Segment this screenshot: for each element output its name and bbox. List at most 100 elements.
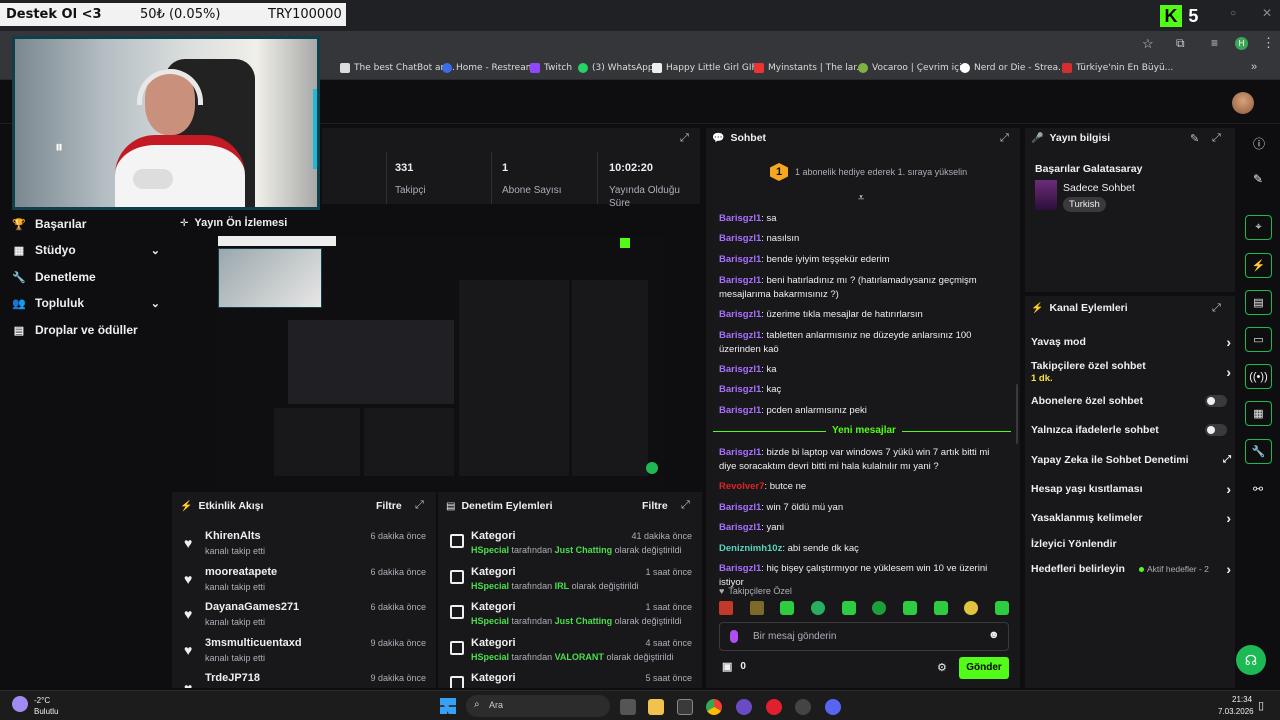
emoji-icon[interactable]: ☻ [988, 629, 1000, 641]
file-explorer-icon[interactable] [648, 699, 664, 715]
close-window-icon[interactable]: ✕ [1262, 6, 1272, 20]
user-avatar[interactable] [1232, 92, 1254, 114]
bookmark-item[interactable]: The best ChatBot an... [340, 61, 455, 75]
chat-username[interactable]: Barisgzl1 [719, 254, 761, 265]
chat-username[interactable]: Deniznimh10z [719, 543, 782, 554]
profile-avatar[interactable]: H [1235, 37, 1248, 50]
chat-username[interactable]: Barisgzl1 [719, 213, 761, 224]
bookmarks-overflow-icon[interactable]: » [1251, 61, 1257, 73]
chat-username[interactable]: Barisgzl1 [719, 364, 761, 375]
emote-icon[interactable] [841, 601, 856, 615]
action-raid[interactable]: İzleyici Yönlendir [1031, 538, 1231, 550]
extensions-icon[interactable]: ⧉ [1176, 36, 1185, 51]
action-emote-only[interactable]: Yalnızca ifadelerle sohbet [1031, 424, 1231, 436]
pencil-icon[interactable]: ✎ [1253, 172, 1263, 186]
popout-icon[interactable]: ⤢ [681, 499, 690, 512]
chat-username[interactable]: Barisgzl1 [719, 233, 761, 244]
chat-username[interactable]: Barisgzl1 [719, 502, 761, 513]
chrome-icon[interactable] [706, 699, 722, 715]
action-goals[interactable]: Hedefleri belirleyin Aktif hedefler - 2 › [1031, 562, 1231, 576]
chat-username[interactable]: Barisgzl1 [719, 405, 761, 416]
send-button[interactable]: Gönder [959, 657, 1009, 679]
nav-item-drops[interactable]: ▤ Droplar ve ödüller [12, 320, 160, 340]
chat-username[interactable]: Barisgzl1 [719, 330, 761, 341]
browser-menu-icon[interactable]: ⋮ [1262, 35, 1275, 51]
emote-icon[interactable] [872, 601, 887, 615]
bookmark-star-icon[interactable]: ☆ [1142, 36, 1154, 52]
activity-filter-button[interactable]: Filtre [376, 500, 402, 512]
media-icon[interactable]: ≡ [1211, 36, 1218, 50]
quick-action-button[interactable]: ⚡ [1245, 253, 1272, 278]
chat-username[interactable]: Barisgzl1 [719, 275, 761, 286]
discord-icon[interactable] [825, 699, 841, 715]
layout-button[interactable]: ▦ [1245, 401, 1272, 426]
action-account-age[interactable]: Hesap yaşı kısıtlaması › [1031, 482, 1231, 496]
subs-only-toggle[interactable] [1205, 395, 1227, 407]
chat-scrollbar[interactable] [1016, 384, 1018, 444]
moderation-actor[interactable]: HSpecial [471, 616, 509, 626]
activity-user[interactable]: mooreatapete [205, 566, 277, 578]
emote-icon[interactable] [994, 601, 1009, 615]
chat-button[interactable]: ▭ [1245, 327, 1272, 352]
minimize-icon[interactable]: ○ [1230, 8, 1236, 19]
taskbar-search[interactable]: ⌕ Ara [466, 695, 610, 717]
bookmark-item[interactable]: (3) WhatsApp [578, 61, 654, 75]
weather-icon[interactable] [12, 696, 28, 712]
chat-username[interactable]: Barisgzl1 [719, 384, 761, 395]
action-banned-words[interactable]: Yasaklanmış kelimeler › [1031, 511, 1231, 525]
bookmark-item[interactable]: Twitch [530, 61, 572, 75]
store-icon[interactable] [677, 699, 693, 715]
clip-button[interactable]: ⌖ [1245, 215, 1272, 240]
bookmark-item[interactable]: Vocaroo | Çevrim içi... [858, 61, 970, 75]
nav-item-studio[interactable]: ▦ Stüdyo ⌄ [12, 240, 160, 260]
support-button[interactable]: ☊ [1236, 645, 1266, 675]
chat-username[interactable]: Barisgzl1 [719, 522, 761, 533]
nav-item-achievements[interactable]: 🏆 Başarılar [12, 214, 160, 234]
chat-input-box[interactable]: Bir mesaj gönderin ☻ [719, 622, 1009, 651]
moderation-filter-button[interactable]: Filtre [642, 500, 668, 512]
category-name[interactable]: Sadece Sohbet [1063, 182, 1135, 194]
moderation-actor[interactable]: HSpecial [471, 545, 509, 555]
activity-user[interactable]: 3msmulticuentaxd [205, 637, 302, 649]
chat-settings-icon[interactable]: ⚙ [937, 661, 947, 674]
opera-icon[interactable] [766, 699, 782, 715]
broadcast-button[interactable]: ((•)) [1245, 364, 1272, 389]
tools-button[interactable]: 🔧 [1245, 439, 1272, 464]
emote-icon[interactable] [964, 601, 979, 615]
popout-icon[interactable]: ⤢ [1212, 302, 1221, 315]
emote-icon[interactable] [780, 601, 795, 615]
action-ai-moderation[interactable]: Yapay Zeka ile Sohbet Denetimi ⤢ [1031, 454, 1231, 466]
brand-logo[interactable]: K 5 [1160, 5, 1206, 29]
emote-icon[interactable] [749, 601, 764, 615]
microphone-icon[interactable] [730, 630, 738, 643]
chat-username[interactable]: Barisgzl1 [719, 447, 761, 458]
emote-icon[interactable] [810, 601, 825, 615]
bookmark-item[interactable]: Happy Little Girl GIF... [652, 61, 764, 75]
collapse-pinned-icon[interactable]: ⩡ [858, 192, 864, 205]
app-icon[interactable] [736, 699, 752, 715]
moderation-actor[interactable]: HSpecial [471, 652, 509, 662]
nav-item-moderation[interactable]: 🔧 Denetleme [12, 267, 160, 287]
moderation-actor[interactable]: HSpecial [471, 581, 509, 591]
obs-icon[interactable] [795, 699, 811, 715]
popout-icon[interactable]: ⤢ [680, 132, 689, 145]
info-icon[interactable]: ⓘ [1253, 135, 1265, 152]
nav-item-community[interactable]: 👥 Topluluk ⌄ [12, 293, 160, 313]
bookmark-item[interactable]: Nerd or Die - Strea... [960, 61, 1067, 75]
channel-points[interactable]: ▣ 0 [722, 660, 746, 673]
task-view-icon[interactable] [620, 699, 636, 715]
emote-icon[interactable] [719, 601, 733, 615]
emote-only-toggle[interactable] [1205, 424, 1227, 436]
stream-preview-video[interactable] [214, 236, 664, 489]
action-subs-only[interactable]: Abonelere özel sohbet [1031, 395, 1231, 407]
action-followers-only[interactable]: Takipçilere özel sohbet 1 dk. › [1031, 360, 1231, 384]
chat-username[interactable]: Barisgzl1 [719, 309, 761, 320]
document-button[interactable]: ▤ [1245, 290, 1272, 315]
activity-user[interactable]: DayanaGames271 [205, 601, 299, 613]
bookmark-item[interactable]: Myinstants | The lar... [754, 61, 865, 75]
notification-icon[interactable]: ▯ [1258, 699, 1264, 712]
chat-username[interactable]: Barisgzl1 [719, 563, 761, 574]
category-thumbnail[interactable] [1035, 180, 1057, 210]
popout-icon[interactable]: ⤢ [1000, 132, 1009, 145]
popout-icon[interactable]: ⤢ [1212, 132, 1221, 145]
